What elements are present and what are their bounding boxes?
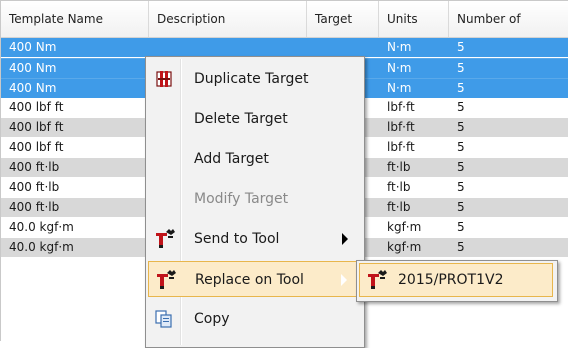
- cell-number: 5: [457, 61, 465, 75]
- cell-template-name: 400 lbf ft: [9, 100, 64, 114]
- cell-number: 5: [457, 120, 465, 134]
- cell-units: lbf·ft: [387, 140, 415, 154]
- cell-units: lbf·ft: [387, 120, 415, 134]
- cell-description: [149, 38, 307, 57]
- cell-units: N·m: [387, 61, 412, 75]
- cell-number: 5: [457, 220, 465, 234]
- wrench-tool-icon: [154, 229, 175, 249]
- menu-item-modify-target: Modify Target: [148, 181, 360, 217]
- cell-units: ft·lb: [387, 200, 411, 214]
- duplicate-icon: [154, 69, 174, 89]
- cell-number: 5: [457, 100, 465, 114]
- column-header-template-name[interactable]: Template Name: [1, 1, 149, 37]
- cell-units: kgf·m: [387, 240, 422, 254]
- menu-item-label: Copy: [194, 311, 230, 327]
- table-header: Template Name Description Target Units N…: [1, 1, 568, 38]
- submenu-arrow-icon: [342, 233, 348, 245]
- submenu-arrow-icon: [341, 274, 347, 286]
- wrench-tool-icon: [155, 270, 176, 290]
- wrench-tool-icon: [366, 270, 387, 290]
- cell-number: 5: [457, 40, 465, 54]
- cell-template-name: 400 Nm: [9, 81, 57, 95]
- cell-template-name: 400 lbf ft: [9, 120, 64, 134]
- menu-item-duplicate-target[interactable]: Duplicate Target: [148, 61, 360, 97]
- cell-template-name: 40.0 kgf·m: [9, 220, 74, 234]
- menu-item-label: Replace on Tool: [195, 272, 304, 288]
- menu-item-replace-on-tool[interactable]: Replace on Tool: [148, 261, 360, 297]
- cell-number: 5: [457, 140, 465, 154]
- cell-number: 5: [457, 81, 465, 95]
- cell-target: [307, 38, 379, 57]
- menu-item-copy[interactable]: Copy: [148, 301, 360, 337]
- replace-on-tool-submenu: 2015/PROT1V2: [356, 260, 558, 302]
- cell-units: N·m: [387, 40, 412, 54]
- column-header-number-of[interactable]: Number of: [449, 1, 568, 37]
- menu-item-label: Add Target: [194, 151, 269, 167]
- cell-template-name: 400 ft·lb: [9, 180, 60, 194]
- menu-item-label: Duplicate Target: [194, 71, 309, 87]
- cell-template-name: 400 lbf ft: [9, 140, 64, 154]
- cell-units: ft·lb: [387, 180, 411, 194]
- cell-template-name: 400 ft·lb: [9, 200, 60, 214]
- menu-item-label: Modify Target: [194, 191, 289, 207]
- menu-item-add-target[interactable]: Add Target: [148, 141, 360, 177]
- cell-number: 5: [457, 240, 465, 254]
- cell-template-name: 400 ft·lb: [9, 160, 60, 174]
- cell-template-name: 40.0 kgf·m: [9, 240, 74, 254]
- menu-item-label: Delete Target: [194, 111, 288, 127]
- cell-units: ft·lb: [387, 160, 411, 174]
- cell-units: lbf·ft: [387, 100, 415, 114]
- cell-number: 5: [457, 200, 465, 214]
- submenu-item-label: 2015/PROT1V2: [398, 272, 504, 288]
- submenu-item-tool[interactable]: 2015/PROT1V2: [359, 263, 553, 297]
- cell-number: 5: [457, 180, 465, 194]
- cell-units: kgf·m: [387, 220, 422, 234]
- cell-template-name: 400 Nm: [9, 61, 57, 75]
- copy-icon: [154, 309, 174, 329]
- column-header-description[interactable]: Description: [149, 1, 307, 37]
- column-header-units[interactable]: Units: [379, 1, 449, 37]
- table-row[interactable]: 400 Nm N·m 5: [1, 38, 568, 57]
- menu-item-delete-target[interactable]: Delete Target: [148, 101, 360, 137]
- context-menu: Duplicate Target Delete Target Add Targe…: [145, 56, 365, 348]
- cell-template-name: 400 Nm: [9, 40, 57, 54]
- menu-item-send-to-tool[interactable]: Send to Tool: [148, 221, 360, 257]
- cell-units: N·m: [387, 81, 412, 95]
- cell-number: 5: [457, 160, 465, 174]
- menu-item-label: Send to Tool: [194, 231, 280, 247]
- column-header-target[interactable]: Target: [307, 1, 379, 37]
